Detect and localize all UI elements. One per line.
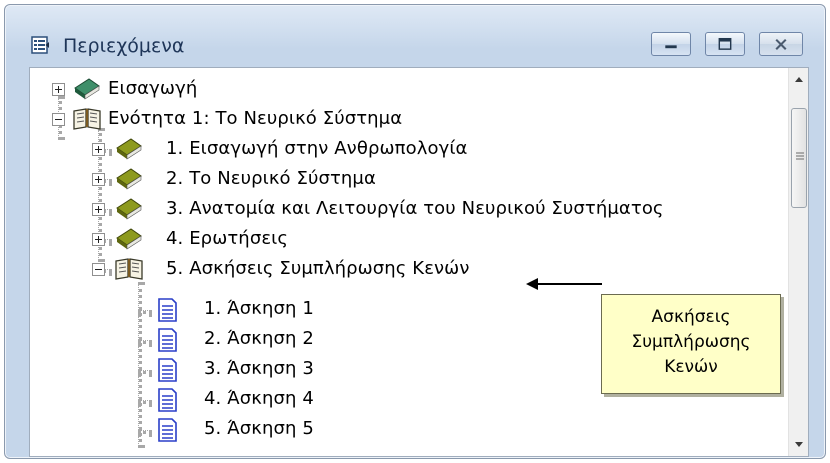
tree-item-label: 3. Άσκηση 3: [204, 358, 314, 379]
contents-window: Περιεχόμενα Εισαγωγή Ενότητα 1: Το Νευρι…: [4, 4, 826, 459]
expand-button[interactable]: [92, 233, 105, 246]
contents-panel: Εισαγωγή Ενότητα 1: Το Νευρικό Σύστημα 1…: [29, 67, 809, 457]
tree-item-label: 4. Άσκηση 4: [204, 388, 314, 409]
tree-item-exercise-1[interactable]: 1. Άσκηση 1: [30, 296, 430, 326]
open-book-icon: [115, 258, 143, 280]
maximize-icon: [718, 37, 732, 50]
tree-item-label: 3. Ανατομία και Λειτουργία του Νευρικού …: [166, 198, 664, 219]
collapse-button[interactable]: [92, 263, 105, 276]
contents-icon: [31, 36, 49, 54]
tree-item-exercise-3[interactable]: 3. Άσκηση 3: [30, 356, 430, 386]
tree-item-chapter-2[interactable]: 2. Το Νευρικό Σύστημα: [30, 164, 770, 194]
expand-button[interactable]: [92, 203, 105, 216]
page-icon: [158, 418, 177, 442]
page-icon: [158, 328, 177, 352]
callout-line: Κενών: [664, 357, 718, 377]
tree-item-label: 2. Άσκηση 2: [204, 328, 314, 349]
collapse-button[interactable]: [52, 113, 65, 126]
closed-book-icon: [116, 138, 142, 160]
page-icon: [158, 358, 177, 382]
tree-item-label: 1. Άσκηση 1: [204, 298, 314, 319]
close-button[interactable]: [759, 32, 803, 56]
expand-button[interactable]: [92, 143, 105, 156]
tree-item-label: 4. Ερωτήσεις: [166, 228, 289, 249]
tree-item-exercise-2[interactable]: 2. Άσκηση 2: [30, 326, 430, 356]
tree-item-label: 2. Το Νευρικό Σύστημα: [166, 168, 376, 189]
tree-item-label: Εισαγωγή: [108, 78, 198, 99]
minimize-button[interactable]: [651, 32, 691, 56]
minimize-icon: [665, 45, 677, 49]
scrollbar-thumb[interactable]: [791, 108, 807, 208]
close-icon: [775, 38, 787, 50]
tree-item-label: 5. Άσκηση 5: [204, 418, 314, 439]
callout-text: Ασκήσεις Συμπλήρωσης Κενών: [602, 305, 780, 380]
closed-book-icon: [116, 168, 142, 190]
tree-item-introduction[interactable]: Εισαγωγή: [30, 74, 770, 104]
expand-button[interactable]: [92, 173, 105, 186]
tree-item-label: 5. Ασκήσεις Συμπλήρωσης Κενών: [166, 258, 470, 279]
callout-line: Συμπλήρωσης: [631, 332, 751, 352]
tree-item-chapter-1[interactable]: 1. Εισαγωγή στην Ανθρωπολογία: [30, 134, 770, 164]
tree-item-exercise-5[interactable]: 5. Άσκηση 5: [30, 416, 430, 446]
tree-item-unit-1[interactable]: Ενότητα 1: Το Νευρικό Σύστημα: [30, 104, 770, 134]
tree-item-chapter-3[interactable]: 3. Ανατομία και Λειτουργία του Νευρικού …: [30, 194, 770, 224]
closed-book-icon: [74, 78, 100, 100]
scroll-up-arrow-icon[interactable]: [789, 70, 809, 90]
callout-arrow: [526, 278, 602, 290]
tree-item-chapter-5[interactable]: 5. Ασκήσεις Συμπλήρωσης Κενών: [30, 254, 570, 284]
tree-item-label: 1. Εισαγωγή στην Ανθρωπολογία: [166, 138, 468, 159]
expand-button[interactable]: [52, 83, 65, 96]
page-icon: [158, 388, 177, 412]
contents-tree: Εισαγωγή Ενότητα 1: Το Νευρικό Σύστημα 1…: [30, 68, 788, 456]
callout-line: Ασκήσεις: [651, 307, 731, 327]
vertical-scrollbar[interactable]: [788, 68, 808, 456]
maximize-button[interactable]: [705, 32, 745, 56]
tree-item-label: Ενότητα 1: Το Νευρικό Σύστημα: [108, 108, 403, 129]
tree-item-exercise-4[interactable]: 4. Άσκηση 4: [30, 386, 430, 416]
grip-icon: [796, 152, 804, 160]
scroll-down-arrow-icon[interactable]: [789, 434, 809, 454]
tree-item-chapter-4[interactable]: 4. Ερωτήσεις: [30, 224, 570, 254]
open-book-icon: [73, 108, 101, 130]
callout-note: Ασκήσεις Συμπλήρωσης Κενών: [601, 294, 781, 394]
window-title: Περιεχόμενα: [63, 35, 185, 57]
page-icon: [158, 298, 177, 322]
title-bar[interactable]: Περιεχόμενα: [5, 5, 825, 67]
closed-book-icon: [116, 228, 142, 250]
closed-book-icon: [116, 198, 142, 220]
